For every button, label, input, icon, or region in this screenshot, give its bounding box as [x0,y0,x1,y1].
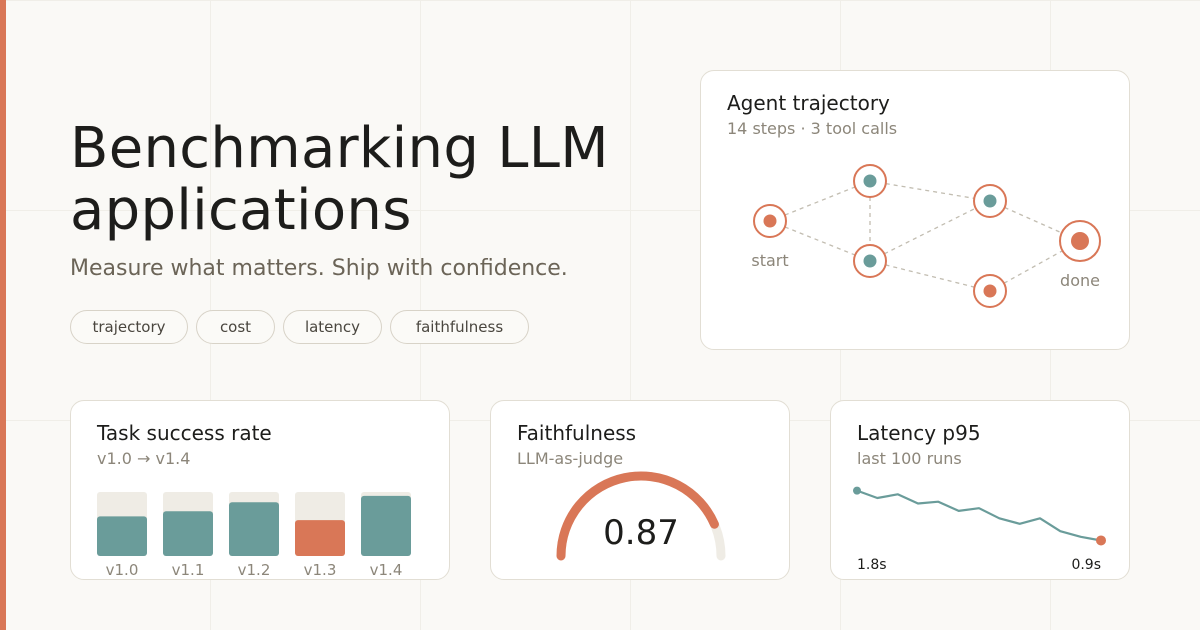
trajectory-edge [869,260,991,292]
trajectory-edge [869,200,991,262]
latency-start-point[interactable] [853,486,861,495]
faithfulness-card: Faithfulness LLM-as-judge 0.87 [490,400,790,580]
start-label: start [751,251,788,270]
latency-end-point[interactable] [1096,535,1106,546]
bar-label: v1.0 [106,561,139,579]
trajectory-node[interactable] [973,274,1007,308]
trajectory-graph: start done [751,164,1101,308]
faithfulness-value: 0.87 [603,513,679,553]
bar-label: v1.1 [172,561,205,579]
tag-pill-trajectory[interactable]: trajectory [70,310,188,344]
success-bar-chart: v1.0 v1.1 v1.2 v1.3 v1.4 [97,492,411,579]
trajectory-node[interactable] [853,244,887,278]
bar-label: v1.4 [370,561,403,579]
bar-v1.2[interactable] [229,502,279,556]
bar-v1.1[interactable] [163,511,213,556]
latency-series-line [855,489,1103,542]
tag-pill-faithfulness[interactable]: faithfulness [390,310,529,344]
trajectory-node[interactable] [973,184,1007,218]
bar-v1.3[interactable] [295,520,345,556]
bar-label: v1.3 [304,561,337,579]
page-subtitle: Measure what matters. Ship with confiden… [70,256,568,281]
bar-label: v1.2 [238,561,271,579]
trajectory-card: Agent trajectory 14 steps · 3 tool calls [700,70,1130,350]
trajectory-node-done[interactable] [1059,220,1101,262]
trajectory-node-start[interactable] [753,204,787,238]
latency-card: Latency p95 last 100 runs 1.8s 0.9s [830,400,1130,580]
tag-pill-latency[interactable]: latency [283,310,382,344]
latency-end-label: 0.9s [1071,557,1101,573]
bar-v1.4[interactable] [361,495,411,556]
tag-list: trajectory cost latency faithfulness [70,310,529,344]
success-rate-card: Task success rate v1.0 → v1.4 v1.0 v1.1 v1… [70,400,450,580]
bar-v1.0[interactable] [97,516,147,556]
done-label: done [1060,271,1100,290]
accent-bar [0,0,6,630]
trajectory-node[interactable] [853,164,887,198]
page-title: Benchmarking LLM applications [70,116,609,243]
faithfulness-gauge: 0.87 [556,471,726,561]
tag-pill-cost[interactable]: cost [196,310,275,344]
latency-start-label: 1.8s [857,557,887,573]
latency-line-chart: 1.8s 0.9s [853,486,1106,573]
trajectory-edge [869,180,991,202]
